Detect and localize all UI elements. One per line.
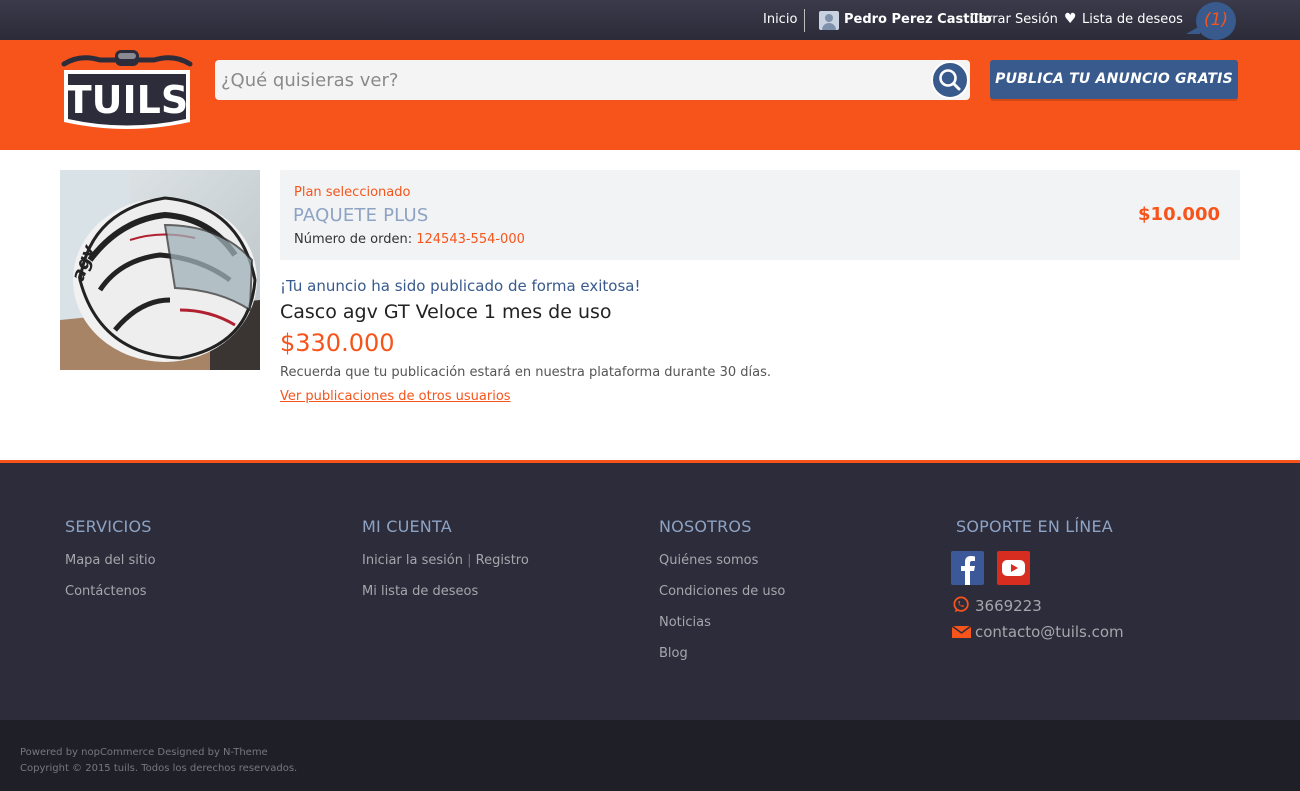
support-phone: 3669223	[951, 595, 1042, 616]
facebook-button[interactable]	[951, 551, 984, 585]
publish-ad-button[interactable]: PUBLICA TU ANUNCIO GRATIS	[990, 60, 1238, 99]
footer-link-about-us[interactable]: Quiénes somos	[659, 553, 785, 584]
footer-col-support: SOPORTE EN LÍNEA	[956, 517, 1113, 553]
mail-icon	[951, 624, 972, 638]
order-number: 124543-554-000	[416, 232, 525, 247]
footer-heading-about: NOSOTROS	[659, 517, 752, 536]
footer-link-blog[interactable]: Blog	[659, 646, 785, 677]
top-bar: Inicio Pedro Perez Castillo Cerrar Sesió…	[0, 0, 1300, 40]
selected-plan-panel: Plan seleccionado PAQUETE PLUS Número de…	[280, 170, 1240, 260]
footer-link-sitemap[interactable]: Mapa del sitio	[65, 553, 156, 584]
footer-col-account: MI CUENTA Iniciar la sesión | Registro M…	[362, 517, 529, 615]
tuils-logo[interactable]: TUILS	[60, 48, 194, 130]
whatsapp-icon	[953, 595, 969, 612]
success-message: ¡Tu anuncio ha sido publicado de forma e…	[280, 277, 641, 295]
support-phone-number: 3669223	[975, 597, 1042, 615]
site-footer: SERVICIOS Mapa del sitio Contáctenos MI …	[0, 460, 1300, 720]
logo-text: TUILS	[66, 78, 189, 122]
listing-price: $330.000	[280, 329, 395, 357]
order-label: Número de orden:	[294, 232, 413, 247]
listing-title: Casco agv GT Veloce 1 mes de uso	[280, 301, 612, 323]
youtube-icon	[1002, 560, 1025, 576]
wishlist-link[interactable]: Lista de deseos	[1082, 12, 1183, 27]
footer-login-register: Iniciar la sesión | Registro	[362, 553, 529, 584]
facebook-icon	[961, 556, 975, 585]
product-image[interactable]: agv	[60, 170, 260, 370]
publication-reminder: Recuerda que tu publicación estará en nu…	[280, 365, 771, 380]
search-button[interactable]	[931, 61, 969, 99]
support-email: contacto@tuils.com	[951, 623, 1124, 642]
logout-link[interactable]: Cerrar Sesión	[970, 12, 1058, 27]
footer-link-terms[interactable]: Condiciones de uso	[659, 584, 785, 615]
heart-icon: ♥	[1064, 11, 1077, 27]
copyright-text: Copyright © 2015 tuils. Todos los derech…	[20, 763, 298, 774]
footer-col-services: SERVICIOS Mapa del sitio Contáctenos	[65, 517, 156, 615]
plan-label: Plan seleccionado	[294, 185, 411, 200]
divider	[804, 9, 805, 32]
home-link[interactable]: Inicio	[763, 12, 797, 27]
footer-heading-services: SERVICIOS	[65, 517, 152, 536]
youtube-button[interactable]	[997, 551, 1030, 585]
order-number-row: Número de orden: 124543-554-000	[294, 232, 525, 247]
user-avatar-icon	[819, 11, 839, 30]
footer-heading-support: SOPORTE EN LÍNEA	[956, 517, 1113, 536]
footer-link-register[interactable]: Registro	[476, 553, 529, 568]
footer-link-contact[interactable]: Contáctenos	[65, 584, 156, 615]
footer-link-news[interactable]: Noticias	[659, 615, 785, 646]
powered-by-text: Powered by nopCommerce Designed by N-The…	[20, 747, 268, 758]
bottom-bar: Powered by nopCommerce Designed by N-The…	[0, 720, 1300, 791]
other-listings-link[interactable]: Ver publicaciones de otros usuarios	[280, 389, 511, 404]
plan-price: $10.000	[1138, 204, 1220, 225]
search-icon	[939, 69, 961, 91]
footer-separator: |	[467, 553, 472, 568]
plan-name: PAQUETE PLUS	[293, 205, 429, 226]
search-input[interactable]	[215, 60, 970, 100]
footer-heading-account: MI CUENTA	[362, 517, 452, 536]
wishlist-count-badge[interactable]: (1)	[1196, 2, 1236, 40]
footer-link-wishlist[interactable]: Mi lista de deseos	[362, 584, 529, 615]
footer-col-about: NOSOTROS Quiénes somos Condiciones de us…	[659, 517, 785, 677]
support-email-address[interactable]: contacto@tuils.com	[975, 623, 1124, 641]
footer-link-login[interactable]: Iniciar la sesión	[362, 553, 463, 568]
